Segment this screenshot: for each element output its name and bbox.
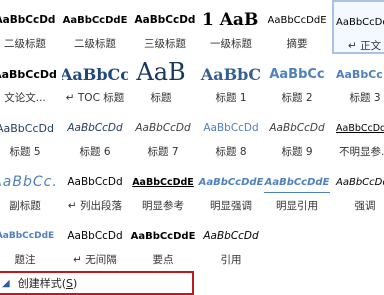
style-cell[interactable]: AaBbCcDd 标题 8: [198, 108, 264, 162]
style-label: 一级标题: [210, 38, 252, 50]
style-label: 摘要: [286, 38, 308, 50]
style-label: 标题 8: [215, 146, 247, 158]
create-style-icon: ◢: [2, 277, 10, 289]
style-label: 标题 1: [215, 92, 247, 104]
style-preview: AaBbCcDd: [0, 121, 54, 135]
style-preview: AaBbCcDd: [203, 122, 259, 134]
style-preview: AaBbCcDd: [67, 176, 123, 188]
style-label: ↵ TOC 标题: [65, 92, 125, 104]
style-label: 明显参考: [142, 200, 184, 212]
style-cell[interactable]: AaBbCcDd 标题 5: [0, 108, 58, 162]
style-preview: AaBbCcDdE: [264, 172, 330, 193]
style-cell[interactable]: AaBbCcDdE 要点: [130, 216, 196, 268]
create-style-label: 创建样式(S): [17, 277, 78, 290]
style-preview: AaBbCcDd: [67, 122, 123, 134]
style-label: 标题 6: [79, 146, 111, 158]
style-preview: AaBbCc: [336, 67, 383, 81]
style-preview: AaBbCcDd: [336, 122, 384, 134]
style-preview: AaB: [136, 58, 186, 86]
style-cell[interactable]: AaBbCcDd 标题 6: [62, 108, 128, 162]
style-cell[interactable]: 1 AaB 一级标题: [198, 0, 264, 54]
style-cell[interactable]: AaBbCcDd 不明显参...: [332, 108, 384, 162]
style-label: 不明显参...: [338, 146, 384, 158]
style-preview: AaBbC: [200, 64, 262, 84]
style-preview: AaBbCcDd: [135, 122, 191, 134]
style-preview: AaBbCc.: [0, 174, 58, 190]
style-cell[interactable]: AaBbCcDd 引用: [198, 216, 264, 268]
style-cell[interactable]: AaBbCcDdE 二级标题: [62, 0, 128, 54]
style-cell[interactable]: AaBbCcDd 三级标题: [132, 0, 198, 54]
style-preview: AaBbCc: [269, 66, 325, 82]
style-preview: AaBbCcDd: [203, 230, 259, 242]
style-cell[interactable]: AaBbCc 标题 2: [264, 54, 330, 108]
style-gallery: AaBbCcDd 二级标题 AaBbCcDdE 二级标题 AaBbCcDd 三级…: [0, 0, 384, 268]
style-preview: AaBbCcDd: [134, 14, 196, 26]
style-cell[interactable]: AaBbCcDd ↵ 列出段落: [62, 162, 128, 216]
style-label: 标题 3: [349, 92, 381, 104]
style-label: 标题 9: [281, 146, 313, 158]
style-label: 标题 7: [147, 146, 179, 158]
style-label: 标题: [150, 92, 172, 104]
style-label: 标题 5: [9, 146, 41, 158]
style-preview: AaBbCc: [62, 64, 128, 84]
style-cell[interactable]: AaBbCc. 副标题: [0, 162, 58, 216]
style-preview: AaBbCcDd: [0, 14, 56, 26]
style-preview: AaBbCcDdE: [0, 231, 55, 241]
style-label: 明显引用: [276, 200, 318, 212]
style-cell[interactable]: AaBbCc 标题 3: [332, 54, 384, 108]
style-preview: AaBbCcDd: [269, 122, 325, 134]
style-label: ↵ 无间隔: [73, 254, 117, 266]
style-cell[interactable]: AaBbCcDdE 题注: [0, 216, 58, 268]
style-cell[interactable]: AaBbCcDd 标题 9: [264, 108, 330, 162]
style-cell-selected[interactable]: AaBbCcDd ↵ 正文: [332, 0, 384, 54]
style-cell[interactable]: AaBbCcDd 文论文...: [0, 54, 58, 108]
style-cell[interactable]: AaBbCc ↵ TOC 标题: [62, 54, 128, 108]
style-preview: AaBbCcDd: [336, 176, 384, 188]
style-cell[interactable]: AaBbC 标题 1: [198, 54, 264, 108]
style-label: ↵ 正文: [348, 40, 382, 52]
style-label: 三级标题: [144, 38, 186, 50]
style-cell[interactable]: AaBbCcDdE 明显参考: [130, 162, 196, 216]
style-cell[interactable]: AaB 标题: [128, 54, 194, 108]
style-label: 题注: [14, 254, 36, 266]
style-cell[interactable]: AaBbCcDd ↵ 无间隔: [62, 216, 128, 268]
style-preview: AaBbCcDdE: [62, 14, 128, 26]
style-label: 二级标题: [74, 38, 116, 50]
style-label: 二级标题: [4, 38, 46, 50]
style-preview: AaBbCcDdE: [130, 230, 196, 242]
style-cell[interactable]: AaBbCcDd 标题 7: [130, 108, 196, 162]
style-label: 副标题: [9, 200, 41, 212]
style-preview: 1 AaB: [202, 10, 259, 30]
style-label: 强调: [354, 200, 376, 212]
style-cell[interactable]: AaBbCcDd 强调: [332, 162, 384, 216]
style-cell[interactable]: AaBbCcDdE 明显强调: [198, 162, 264, 216]
style-preview: AaBbCcDdE: [198, 176, 264, 188]
style-label: ↵ 列出段落: [67, 200, 123, 212]
style-preview: AaBbCcDdE: [132, 176, 194, 188]
style-label: 标题 2: [281, 92, 313, 104]
style-cell[interactable]: AaBbCcDdE 明显引用: [264, 162, 330, 216]
style-cell[interactable]: AaBbCcDdE 摘要: [264, 0, 330, 54]
style-label: 文论文...: [4, 92, 46, 104]
style-preview: AaBbCcDdE: [267, 14, 327, 26]
style-cell[interactable]: AaBbCcDd 二级标题: [0, 0, 58, 54]
create-style-button[interactable]: ◢ 创建样式(S): [0, 271, 194, 295]
style-label: 明显强调: [210, 200, 252, 212]
style-preview: AaBbCcDd: [67, 230, 123, 242]
style-preview: AaBbCcDd: [0, 67, 57, 81]
style-pane-footer: ◢ 创建样式(S): [0, 268, 384, 295]
style-label: 要点: [152, 254, 174, 266]
style-preview: AaBbCcDd: [336, 16, 384, 28]
style-label: 引用: [220, 254, 242, 266]
